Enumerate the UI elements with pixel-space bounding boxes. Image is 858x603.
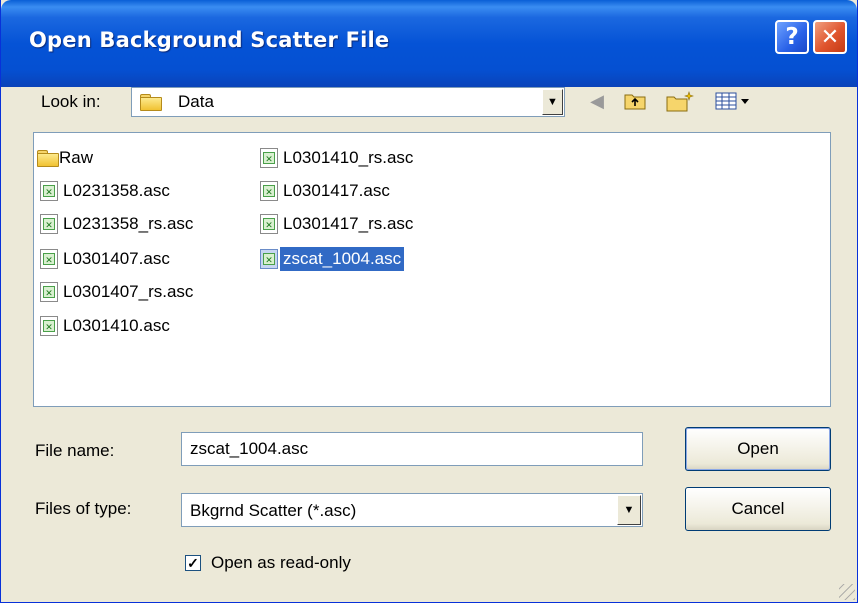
chevron-down-icon[interactable]: ▼ — [542, 89, 563, 115]
readonly-label: Open as read-only — [211, 553, 351, 572]
file-name: L0301410.asc — [63, 316, 170, 335]
dialog-title: Open Background Scatter File — [29, 28, 390, 52]
file-name: L0301417.asc — [283, 181, 390, 200]
file-icon — [40, 316, 58, 336]
open-file-dialog: Open Background Scatter File ? ✕ Look in… — [0, 0, 858, 603]
file-name: L0301407.asc — [63, 249, 170, 268]
chevron-down-icon[interactable]: ▼ — [617, 495, 641, 525]
list-item[interactable]: L0301417_rs.asc — [260, 211, 416, 237]
list-item[interactable]: L0301407_rs.asc — [40, 279, 196, 305]
file-name: Raw — [59, 148, 94, 167]
view-menu-icon[interactable] — [713, 89, 753, 113]
lookin-dropdown[interactable]: Data ▼ — [131, 87, 565, 117]
cancel-button[interactable]: Cancel — [685, 487, 831, 531]
list-item[interactable]: L0301410.asc — [40, 313, 173, 339]
file-name: L0231358.asc — [63, 181, 170, 200]
resize-grip[interactable] — [839, 584, 855, 600]
file-icon — [40, 214, 58, 234]
filetype-label: Files of type: — [35, 499, 132, 518]
new-folder-icon[interactable] — [663, 89, 699, 113]
filetype-dropdown[interactable]: Bkgrnd Scatter (*.asc) ▼ — [181, 493, 643, 527]
cancel-button-label: Cancel — [731, 499, 785, 518]
list-item-selected[interactable]: zscat_1004.asc — [260, 246, 405, 272]
file-icon — [260, 148, 278, 168]
file-icon — [40, 249, 58, 269]
file-icon — [260, 249, 278, 269]
back-arrow-icon[interactable]: ◀ — [585, 89, 609, 113]
list-item[interactable]: L0231358_rs.asc — [40, 211, 196, 237]
file-name: L0301417_rs.asc — [283, 214, 414, 233]
list-item[interactable]: L0301410_rs.asc — [260, 145, 416, 171]
lookin-label: Look in: — [41, 92, 101, 111]
filename-input[interactable]: zscat_1004.asc — [181, 432, 643, 466]
filename-value: zscat_1004.asc — [190, 439, 309, 458]
file-icon — [260, 181, 278, 201]
close-icon: ✕ — [820, 24, 840, 50]
file-name: L0301407_rs.asc — [63, 282, 194, 301]
file-icon — [40, 181, 58, 201]
file-icon — [40, 282, 58, 302]
up-folder-icon[interactable] — [621, 89, 649, 113]
list-item[interactable]: L0231358.asc — [40, 178, 173, 204]
open-button-label: Open — [737, 439, 779, 458]
folder-icon — [37, 150, 59, 167]
filetype-value: Bkgrnd Scatter (*.asc) — [190, 501, 357, 520]
file-name: zscat_1004.asc — [280, 247, 405, 271]
help-icon: ? — [785, 24, 799, 50]
help-button[interactable]: ? — [775, 20, 809, 54]
close-button[interactable]: ✕ — [813, 20, 847, 54]
list-item[interactable]: L0301407.asc — [40, 246, 173, 272]
open-button[interactable]: Open — [685, 427, 831, 471]
list-item-folder-raw[interactable]: Raw — [37, 145, 96, 171]
readonly-checkbox[interactable]: ✓ — [185, 555, 201, 571]
file-icon — [260, 214, 278, 234]
lookin-value: Data — [178, 92, 214, 111]
list-item[interactable]: L0301417.asc — [260, 178, 393, 204]
filename-label: File name: — [35, 441, 115, 460]
file-name: L0301410_rs.asc — [283, 148, 414, 167]
folder-icon — [140, 94, 162, 111]
file-name: L0231358_rs.asc — [63, 214, 194, 233]
file-list[interactable]: Raw L0231358.asc L0231358_rs.asc L030140… — [33, 132, 831, 407]
title-bar[interactable]: Open Background Scatter File ? ✕ — [1, 0, 857, 87]
